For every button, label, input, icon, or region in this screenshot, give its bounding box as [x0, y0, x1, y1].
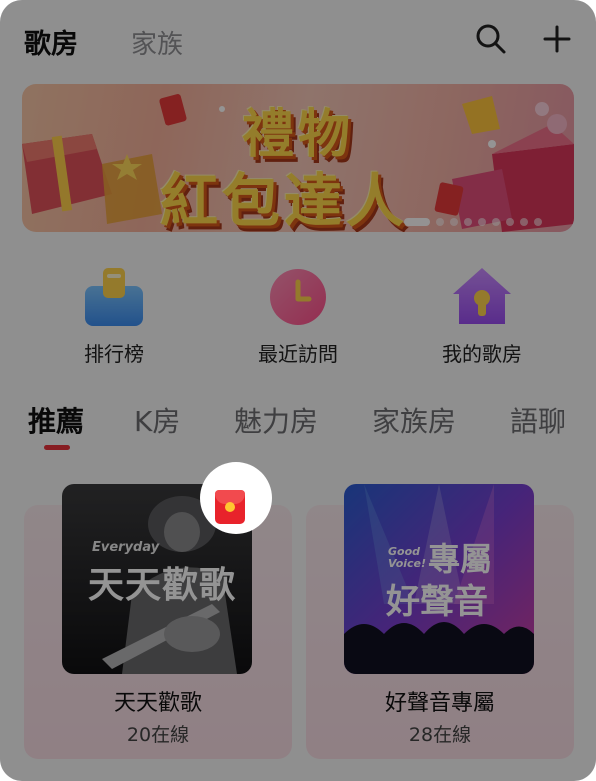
banner-pagination: [404, 211, 548, 226]
ranking-icon: [79, 262, 149, 332]
quick-entry-label: 排行榜: [84, 342, 144, 366]
cover-title: 天天歡歌: [88, 565, 237, 606]
pagination-dot[interactable]: [520, 218, 528, 226]
quick-entry-my-room[interactable]: 我的歌房: [412, 262, 552, 367]
pagination-dot[interactable]: [436, 218, 444, 226]
envelope-coin: [225, 502, 235, 512]
quick-entry-label: 我的歌房: [442, 342, 522, 366]
room-title: 天天歡歌: [113, 691, 202, 716]
search-icon[interactable]: [474, 22, 508, 56]
tab-charm-room[interactable]: 魅力房: [234, 400, 318, 440]
tab-rooms[interactable]: 歌房: [24, 22, 78, 61]
tab-k-room[interactable]: K房: [134, 400, 180, 440]
pagination-dot[interactable]: [478, 218, 486, 226]
room-online-count: 20在線: [126, 724, 190, 746]
red-envelope-icon[interactable]: [215, 490, 245, 524]
tab-family[interactable]: 家族: [131, 24, 183, 61]
room-online-count: 28在線: [408, 724, 472, 746]
quick-entry-recent[interactable]: 最近訪問: [228, 262, 368, 367]
plus-icon[interactable]: [540, 22, 574, 56]
top-nav: 歌房 家族: [0, 0, 596, 80]
pagination-dot[interactable]: [450, 218, 458, 226]
room-title: 好聲音專屬: [384, 691, 495, 716]
cover-tag: Everyday: [92, 540, 160, 555]
room-cover[interactable]: Good Voice! 專屬 好聲音: [344, 484, 534, 674]
pagination-dot[interactable]: [506, 218, 514, 226]
tab-recommended[interactable]: 推薦: [28, 400, 84, 440]
pagination-dot[interactable]: [404, 218, 430, 226]
app-frame: 歌房 家族 禮物 紅包達人 排行榜 最近訪問 我的歌房 推薦 K房 魅力房 家族…: [0, 0, 596, 781]
cover-title-line2: 好聲音: [386, 582, 488, 622]
quick-entry-ranking[interactable]: 排行榜: [44, 262, 184, 367]
tab-family-room[interactable]: 家族房: [372, 400, 456, 440]
pagination-dot[interactable]: [492, 218, 500, 226]
quick-entry-label: 最近訪問: [258, 342, 338, 366]
active-tab-indicator: [44, 445, 70, 450]
cover-tag: Good Voice!: [388, 545, 427, 570]
house-icon: [447, 262, 517, 332]
pagination-dot[interactable]: [534, 218, 542, 226]
banner-title-line2: 紅包達人: [160, 167, 409, 232]
clock-icon: [263, 262, 333, 332]
promo-banner[interactable]: 禮物 紅包達人: [22, 84, 574, 232]
pagination-dot[interactable]: [464, 218, 472, 226]
tab-voice-chat[interactable]: 語聊: [510, 400, 566, 440]
